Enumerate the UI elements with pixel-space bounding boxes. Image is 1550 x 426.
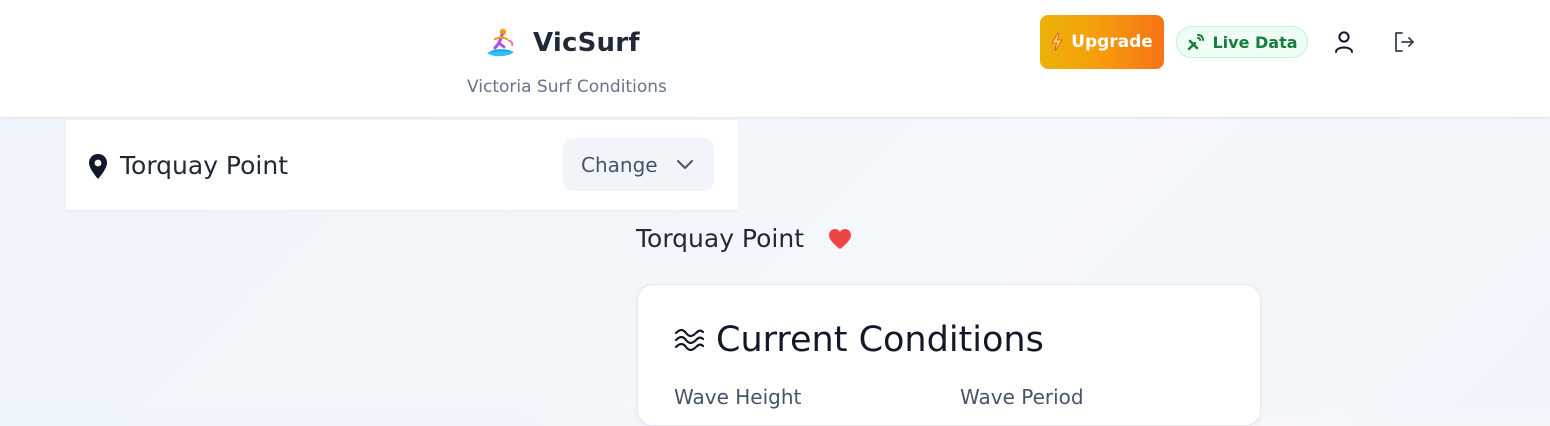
map-pin-icon bbox=[88, 154, 108, 180]
selected-location: Torquay Point bbox=[120, 151, 289, 180]
logout-icon[interactable] bbox=[1391, 29, 1417, 55]
location-selector: Torquay Point Change bbox=[66, 120, 738, 210]
brand-name: VicSurf bbox=[533, 28, 640, 58]
lightning-icon bbox=[1051, 33, 1063, 51]
spot-name: Torquay Point bbox=[636, 224, 805, 253]
user-icon[interactable] bbox=[1331, 29, 1357, 55]
change-location-button[interactable]: Change bbox=[563, 138, 714, 191]
brand-tagline: Victoria Surf Conditions bbox=[467, 77, 667, 97]
chevron-down-icon bbox=[676, 157, 694, 171]
live-data-label: Live Data bbox=[1212, 32, 1298, 52]
upgrade-label: Upgrade bbox=[1071, 32, 1153, 52]
conditions-title: Current Conditions bbox=[716, 320, 1044, 360]
favorite-heart-icon[interactable] bbox=[827, 227, 853, 251]
surfer-logo-icon bbox=[483, 26, 517, 60]
live-data-badge: Live Data bbox=[1176, 26, 1308, 58]
brand[interactable]: VicSurf bbox=[483, 26, 640, 60]
wave-period-label: Wave Period bbox=[960, 385, 1084, 409]
change-label: Change bbox=[581, 153, 658, 177]
app-header: VicSurf Victoria Surf Conditions Upgrade… bbox=[0, 0, 1550, 118]
current-conditions-card: Current Conditions Wave Height Wave Peri… bbox=[637, 284, 1261, 426]
waves-icon bbox=[674, 328, 704, 352]
upgrade-button[interactable]: Upgrade bbox=[1040, 15, 1164, 69]
wave-height-label: Wave Height bbox=[674, 385, 802, 409]
satellite-signal-icon bbox=[1186, 32, 1206, 52]
